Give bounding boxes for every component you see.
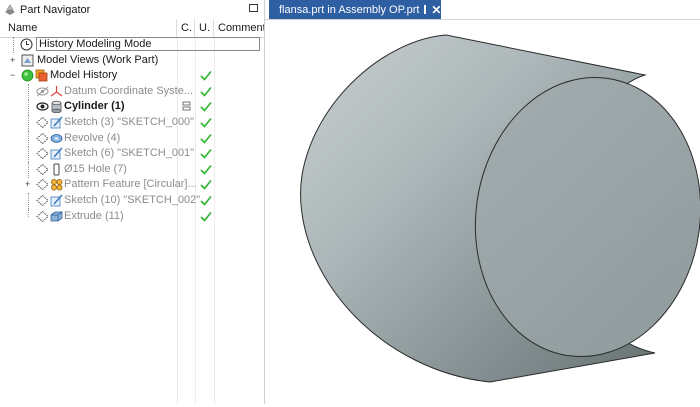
cylinder-icon (51, 101, 62, 114)
sketch-icon (50, 194, 63, 207)
dotted-diamond-icon[interactable] (36, 116, 49, 128)
model-history-label: Model History (50, 69, 118, 82)
part-navigator-icon (5, 3, 15, 15)
tab-title: flansa.prt in Assembly OP.prt (279, 3, 420, 16)
expand-icon[interactable]: + (10, 55, 17, 64)
column-c[interactable]: C. (177, 19, 195, 37)
hole-icon (53, 163, 60, 176)
check-icon (200, 149, 212, 159)
column-name[interactable]: Name (0, 19, 177, 37)
pattern-feature-icon (51, 179, 63, 191)
sketch-label: Sketch (6) "SKETCH_001" (64, 147, 195, 160)
graphics-tab-bar: flansa.prt in Assembly OP.prt ✕ (265, 0, 700, 20)
tree-row[interactable]: Cylinder (1) (0, 99, 264, 116)
dotted-diamond-icon[interactable] (36, 163, 49, 175)
cylinder-model[interactable] (265, 20, 700, 404)
check-icon (200, 195, 212, 206)
datum-csys-icon (50, 85, 63, 97)
hidden-eye-icon[interactable] (36, 86, 49, 97)
navigator-tree: History Modeling Mode + Model Views (Wor… (0, 37, 264, 224)
history-mode-label: History Modeling Mode (36, 37, 260, 51)
green-status-icon (21, 69, 34, 82)
datum-csys-label: Datum Coordinate Syste... (64, 84, 194, 97)
tree-row[interactable]: Sketch (10) "SKETCH_002" (0, 192, 264, 209)
pattern-feature-label: Pattern Feature [Circular]... (64, 178, 197, 191)
close-icon[interactable]: ✕ (431, 4, 441, 16)
sketch-icon (50, 116, 63, 129)
tree-row[interactable]: + Model Views (Work Part) (0, 53, 264, 69)
maximize-icon[interactable] (249, 4, 258, 12)
tree-row[interactable]: − Model History (0, 68, 264, 84)
extrude-label: Extrude (11) (64, 209, 124, 222)
tree-row[interactable]: Sketch (6) "SKETCH_001" (0, 146, 264, 163)
tree-row[interactable]: Sketch (3) "SKETCH_000" (0, 114, 264, 131)
check-icon (200, 211, 212, 222)
model-views-label: Model Views (Work Part) (37, 53, 159, 66)
dotted-diamond-icon[interactable] (36, 148, 49, 160)
part-navigator-panel: Part Navigator Name C. U. Comment Histor… (0, 0, 265, 404)
model-history-icon (35, 69, 48, 82)
extrude-icon (50, 211, 63, 221)
model-views-icon (21, 54, 34, 67)
check-icon (200, 86, 212, 97)
navigator-title-bar: Part Navigator (0, 0, 264, 20)
dotted-diamond-icon[interactable] (36, 179, 49, 191)
clock-icon (20, 38, 33, 51)
check-icon (200, 117, 212, 128)
tree-row[interactable]: Datum Coordinate Syste... (0, 83, 264, 100)
column-u[interactable]: U. (195, 19, 214, 37)
sketch-label: Sketch (3) "SKETCH_000" (64, 115, 195, 128)
check-icon (200, 102, 212, 113)
graphics-viewport[interactable] (265, 20, 700, 404)
check-icon (200, 133, 212, 144)
tree-row[interactable]: Revolve (4) (0, 130, 264, 147)
check-icon (200, 180, 212, 191)
revolve-label: Revolve (4) (64, 131, 121, 144)
tree-row[interactable]: + Pattern Feature [Circular]... (0, 177, 264, 193)
navigator-title: Part Navigator (20, 3, 91, 16)
hole-label: Ø15 Hole (7) (64, 162, 127, 175)
dotted-diamond-icon[interactable] (36, 132, 49, 144)
tree-row[interactable]: Extrude (11) (0, 208, 264, 225)
tree-row[interactable]: Ø15 Hole (7) (0, 161, 264, 178)
dotted-diamond-icon[interactable] (36, 194, 49, 206)
revolve-icon (50, 133, 63, 143)
check-icon (200, 71, 212, 81)
link-icon (182, 101, 191, 111)
visible-eye-icon[interactable] (36, 101, 49, 112)
tab-flansa-part[interactable]: flansa.prt in Assembly OP.prt ✕ (269, 0, 441, 19)
column-comment[interactable]: Comment (214, 19, 264, 37)
float-window-icon[interactable] (424, 5, 427, 14)
collapse-icon[interactable]: − (10, 71, 17, 80)
sketch-icon (50, 147, 63, 160)
sketch-label: Sketch (10) "SKETCH_002" (64, 193, 201, 206)
expand-icon[interactable]: + (25, 180, 32, 189)
tree-row[interactable]: History Modeling Mode (0, 37, 264, 53)
check-icon (200, 164, 212, 175)
column-header: Name C. U. Comment (0, 19, 264, 38)
cylinder-label: Cylinder (1) (64, 100, 125, 113)
dotted-diamond-icon[interactable] (36, 210, 49, 222)
